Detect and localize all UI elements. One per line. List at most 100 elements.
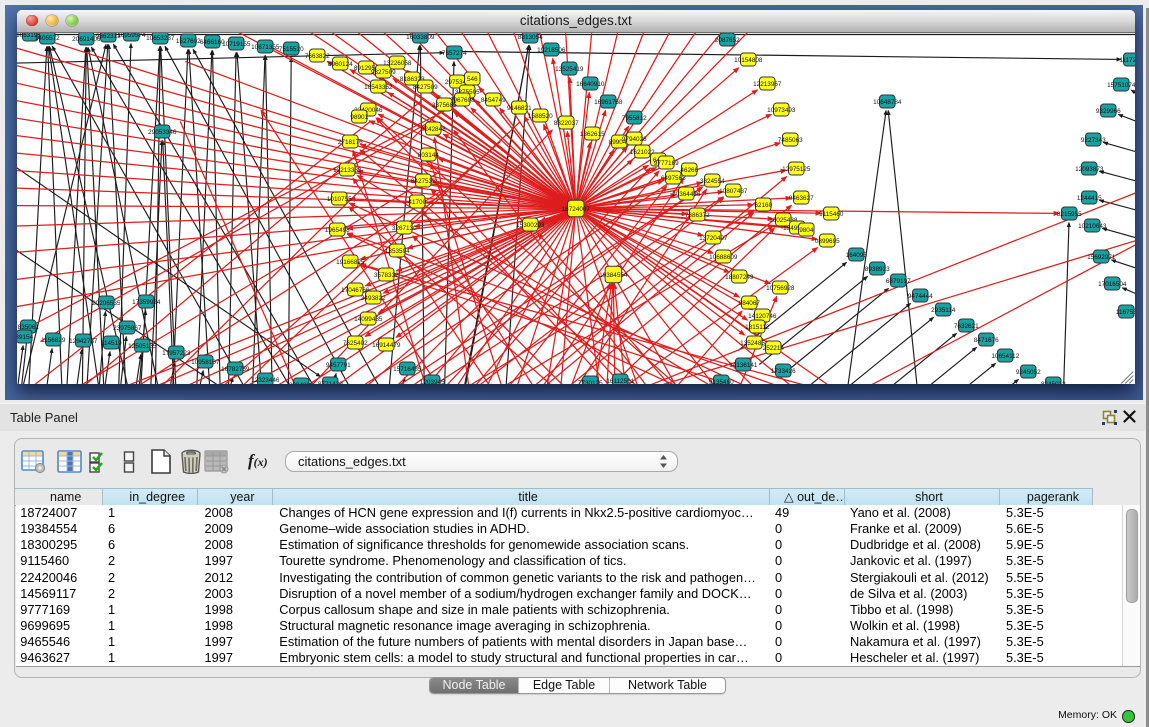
svg-text:14136141: 14136141 (729, 361, 758, 368)
svg-text:164095: 164095 (845, 251, 867, 258)
svg-text:1588520: 1588520 (528, 112, 553, 119)
svg-text:17359924: 17359924 (132, 298, 161, 305)
svg-text:8454749: 8454749 (481, 96, 506, 103)
svg-text:1965498: 1965498 (325, 226, 350, 233)
svg-text:14099485: 14099485 (354, 315, 383, 322)
svg-text:12505135: 12505135 (128, 342, 157, 349)
svg-text:10210643: 10210643 (1078, 222, 1107, 229)
svg-text:7663822: 7663822 (305, 52, 330, 59)
svg-text:10654112: 10654112 (991, 352, 1019, 359)
svg-text:16961758: 16961758 (594, 98, 623, 105)
svg-text:1156829: 1156829 (41, 336, 66, 343)
svg-text:16959574: 16959574 (117, 33, 146, 39)
svg-text:13525419: 13525419 (555, 65, 584, 72)
svg-text:1405572: 1405572 (35, 34, 60, 41)
svg-text:9474444: 9474444 (908, 292, 933, 299)
svg-text:1362615: 1362615 (580, 130, 605, 137)
svg-text:8771420: 8771420 (318, 380, 343, 383)
svg-text:9135460: 9135460 (709, 378, 734, 383)
svg-text:41700: 41700 (408, 198, 426, 205)
svg-text:10671355: 10671355 (251, 43, 280, 50)
svg-text:3824554: 3824554 (700, 177, 725, 184)
svg-text:29053346: 29053346 (148, 128, 177, 135)
svg-text:116753: 116753 (1116, 308, 1135, 315)
svg-text:10958107: 10958107 (191, 358, 220, 365)
svg-text:8938923: 8938923 (865, 265, 890, 272)
svg-text:3267130: 3267130 (392, 224, 417, 231)
svg-text:0899695: 0899695 (815, 237, 840, 244)
svg-text:1733426: 1733426 (771, 367, 796, 374)
svg-text:98901: 98901 (350, 113, 368, 120)
svg-text:15300293: 15300293 (516, 221, 545, 228)
svg-text:1353594: 1353594 (385, 247, 410, 254)
svg-text:19384554: 19384554 (599, 271, 628, 278)
svg-text:7386372: 7386372 (685, 211, 710, 218)
svg-text:9146821: 9146821 (507, 104, 532, 111)
svg-text:19166825: 19166825 (336, 258, 365, 265)
svg-text:9777169: 9777169 (654, 159, 679, 166)
svg-text:1203945: 1203945 (420, 378, 445, 383)
svg-text:10648784: 10648784 (873, 98, 902, 105)
svg-text:17957223: 17957223 (162, 349, 191, 356)
svg-text:12323446: 12323446 (251, 376, 280, 383)
svg-text:8427532: 8427532 (411, 177, 436, 184)
svg-text:7730125: 7730125 (578, 379, 603, 383)
svg-text:12093873: 12093873 (1075, 165, 1104, 172)
svg-text:19218506: 19218506 (537, 46, 566, 53)
svg-text:20206535: 20206535 (92, 299, 121, 306)
svg-text:8427509: 8427509 (413, 83, 438, 90)
svg-text:9457791: 9457791 (326, 361, 351, 368)
svg-text:18807249: 18807249 (725, 273, 754, 280)
svg-text:2087652: 2087652 (715, 36, 740, 43)
svg-text:3375685: 3375685 (432, 101, 457, 108)
svg-text:1117205: 1117205 (1119, 56, 1135, 63)
svg-text:10973493: 10973493 (767, 106, 796, 113)
svg-text:16033809: 16033809 (406, 33, 435, 40)
svg-text:10688609: 10688609 (709, 253, 738, 260)
svg-text:7515520: 7515520 (279, 45, 304, 52)
svg-text:10719155: 10719155 (222, 40, 251, 47)
svg-text:20364436: 20364436 (672, 190, 701, 197)
svg-text:3493822: 3493822 (361, 294, 386, 301)
svg-text:12942737: 12942737 (69, 337, 98, 344)
svg-text:3578332: 3578332 (374, 271, 399, 278)
svg-text:18724007: 18724007 (561, 205, 590, 212)
svg-text:1244415: 1244415 (1077, 194, 1102, 201)
svg-text:16914479: 16914479 (372, 341, 401, 348)
svg-text:8322037: 8322037 (554, 119, 579, 126)
svg-text:14120746: 14120746 (748, 312, 777, 319)
svg-text:7357274: 7357274 (442, 49, 467, 56)
svg-text:7632621: 7632621 (954, 322, 979, 329)
svg-text:9904231: 9904231 (289, 381, 314, 383)
svg-text:984067: 984067 (738, 299, 760, 306)
svg-text:39154: 39154 (17, 333, 34, 340)
svg-text:2935114: 2935114 (931, 306, 956, 313)
svg-text:17016504: 17016504 (1098, 280, 1127, 287)
svg-text:23975867: 23975867 (113, 324, 142, 331)
svg-text:8813054: 8813054 (518, 33, 543, 40)
svg-text:13720407: 13720407 (699, 234, 728, 241)
svg-text:15751074: 15751074 (1107, 81, 1135, 88)
svg-text:9115460: 9115460 (819, 210, 844, 217)
svg-text:9245052: 9245052 (1016, 368, 1041, 375)
svg-text:9794028: 9794028 (622, 135, 647, 142)
svg-text:7955812: 7955812 (622, 114, 647, 121)
svg-text:6497568: 6497568 (661, 174, 686, 181)
svg-text:8960124: 8960124 (328, 60, 353, 67)
svg-text:8215955: 8215955 (1057, 210, 1082, 217)
svg-text:16782759: 16782759 (221, 365, 250, 372)
svg-text:2718176: 2718176 (338, 138, 363, 145)
svg-text:6879197: 6879197 (886, 277, 911, 284)
svg-text:62160: 62160 (754, 201, 772, 208)
svg-text:1815112: 1815112 (745, 323, 770, 330)
svg-text:9227343: 9227343 (1081, 136, 1106, 143)
svg-text:10756928: 10756928 (766, 284, 795, 291)
svg-text:16640910: 16640910 (576, 80, 605, 87)
svg-text:15692971: 15692971 (1087, 253, 1116, 260)
svg-text:1010755: 1010755 (327, 195, 352, 202)
svg-text:10653287: 10653287 (146, 34, 175, 41)
svg-text:15716485: 15716485 (393, 365, 422, 372)
svg-text:8245012: 8245012 (1041, 380, 1066, 383)
svg-text:9804: 9804 (799, 226, 814, 233)
svg-text:114519: 114519 (101, 339, 122, 346)
